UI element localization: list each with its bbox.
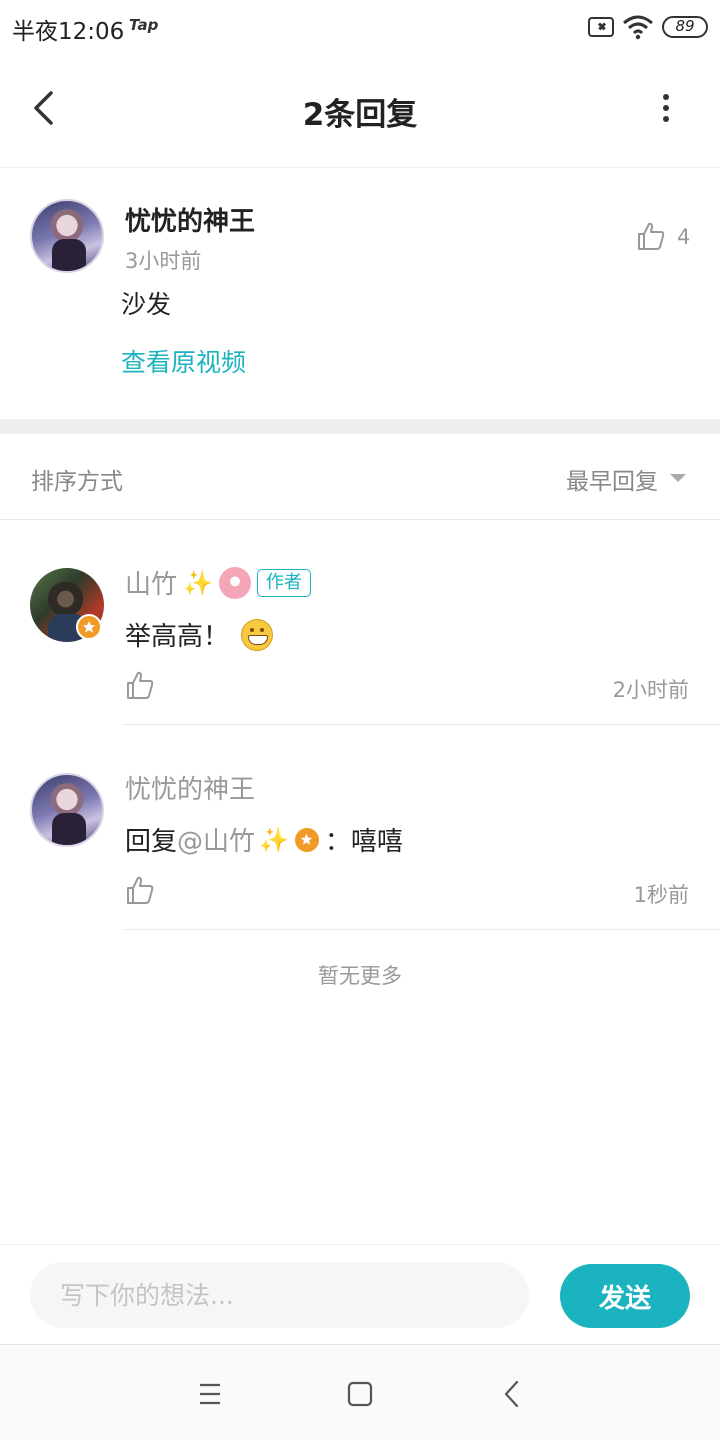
grin-emoji-icon (241, 618, 274, 651)
reply-text: 举高高！ (125, 622, 230, 652)
view-original-video-link[interactable]: 查看原视频 (121, 343, 246, 379)
sort-dropdown[interactable]: 最早回复 (566, 462, 658, 496)
reply-text-row: 回复 @山竹 ✨ ：嘻嘻 (125, 821, 403, 858)
reply-author[interactable]: 忧忧的神王 (125, 769, 255, 806)
wifi-icon (622, 14, 654, 44)
comment-time: 3小时前 (125, 249, 202, 273)
system-nav-bar (0, 1346, 720, 1440)
back-icon[interactable] (492, 1374, 532, 1414)
comment-input[interactable] (30, 1262, 529, 1328)
mention-link[interactable]: @山竹 (177, 821, 255, 858)
main-comment: 忧忧的神王 3小时前 沙发 查看原视频 4 (0, 169, 720, 419)
divider (123, 929, 720, 930)
reply-author-row: 忧忧的神王 (125, 769, 255, 806)
sim-error-icon (588, 17, 614, 37)
sparkle-icon: ✨ (259, 825, 289, 854)
sort-label: 排序方式 (31, 469, 123, 495)
reply-author-row: 山竹 ✨ 作者 (125, 564, 311, 601)
reply-text-row: 举高高！ (125, 616, 274, 653)
reply-text: ：嘻嘻 (324, 827, 403, 857)
reply-item: 山竹 ✨ 作者 举高高！ 2小时前 (0, 520, 720, 725)
status-time: 半夜12:06 (12, 19, 125, 45)
reply-item: 忧忧的神王 回复 @山竹 ✨ ：嘻嘻 1秒前 (0, 725, 720, 930)
sparkle-icon: ✨ (183, 568, 213, 597)
reply-prefix: 回复 (125, 827, 178, 857)
no-more-text: 暂无更多 (318, 964, 402, 988)
home-icon[interactable] (340, 1374, 380, 1414)
status-app-label: Tap (129, 16, 159, 34)
more-vertical-icon[interactable] (650, 86, 682, 130)
like-count: 4 (677, 225, 691, 249)
send-button[interactable]: 发送 (560, 1264, 690, 1328)
verified-badge-icon (294, 827, 319, 852)
avatar[interactable] (30, 199, 104, 273)
section-divider (0, 419, 720, 434)
menu-icon[interactable] (190, 1374, 230, 1414)
avatar[interactable] (30, 773, 104, 847)
fan-badge-icon (218, 566, 251, 599)
top-app-bar: 2条回复 (0, 56, 720, 168)
status-bar: 半夜12:06 Tap 89 (0, 0, 720, 56)
page-title: 2条回复 (302, 97, 418, 133)
reply-author[interactable]: 山竹 (125, 564, 177, 601)
comment-author[interactable]: 忧忧的神王 (125, 201, 255, 238)
sort-row: 排序方式 最早回复 (0, 434, 720, 520)
battery-icon: 89 (662, 16, 708, 38)
thumbs-up-icon[interactable] (636, 221, 666, 251)
comment-composer: 发送 (0, 1244, 720, 1345)
caret-down-icon[interactable] (670, 474, 686, 482)
comment-text: 沙发 (121, 290, 172, 319)
author-tag: 作者 (256, 568, 311, 597)
reply-time: 1秒前 (633, 883, 689, 907)
thumbs-up-icon[interactable] (125, 670, 155, 700)
reply-time: 2小时前 (612, 678, 689, 702)
verified-badge-icon (76, 614, 102, 640)
thumbs-up-icon[interactable] (125, 875, 155, 905)
